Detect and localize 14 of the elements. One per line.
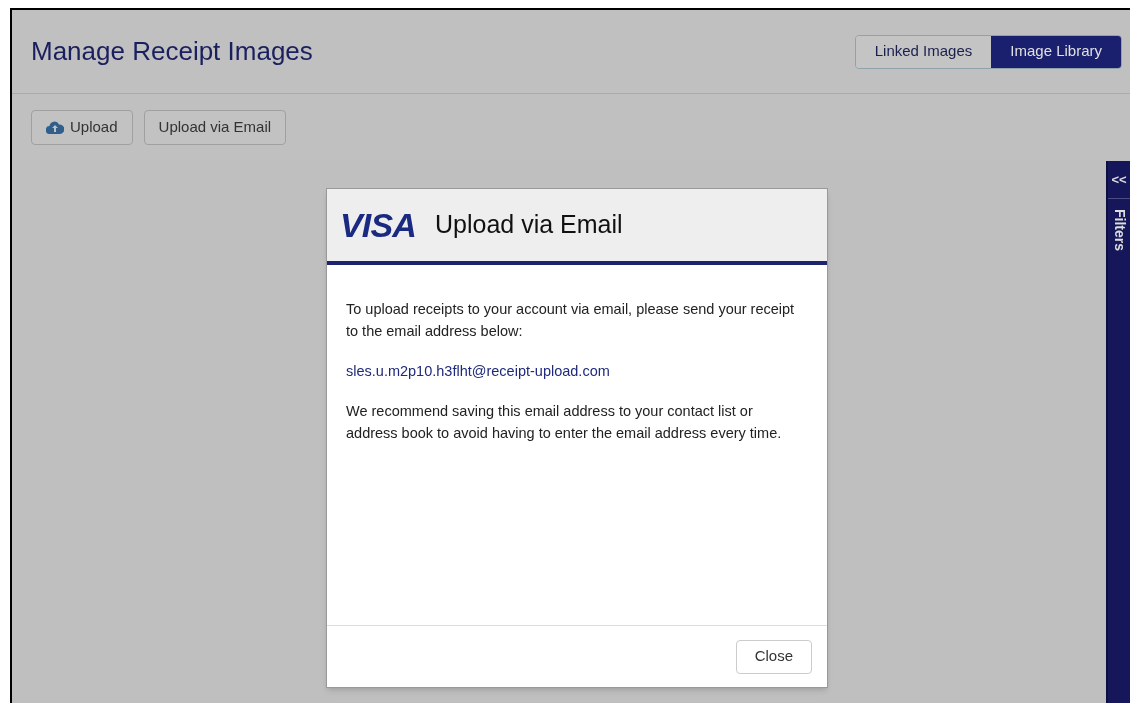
close-button[interactable]: Close bbox=[735, 639, 812, 674]
visa-logo: VISA bbox=[340, 204, 416, 246]
page-title: Manage Receipt Images bbox=[31, 35, 313, 68]
advice-text: We recommend saving this email address to your contact list or address book to avoid having to enter the email address every time. bbox=[346, 402, 783, 443]
email-address-link[interactable]: sles.u.m2p10.h3flht@receipt-upload.com bbox=[346, 360, 610, 382]
dialog-title: Upload via Email bbox=[434, 209, 623, 241]
instructions-text: To upload receipts to your account via email, please send your receipt to the email address below: bbox=[346, 300, 796, 341]
upload-button[interactable]: Upload bbox=[31, 110, 133, 145]
cloud-upload-icon bbox=[46, 121, 64, 134]
collapse-toggle[interactable]: << bbox=[1108, 161, 1130, 199]
filters-label[interactable]: Filters bbox=[1108, 209, 1130, 251]
view-tab[interactable]: Linked Images bbox=[855, 35, 992, 68]
view-tab[interactable]: Image Library bbox=[991, 35, 1121, 68]
email-upload-button[interactable]: Upload via Email bbox=[143, 110, 287, 145]
